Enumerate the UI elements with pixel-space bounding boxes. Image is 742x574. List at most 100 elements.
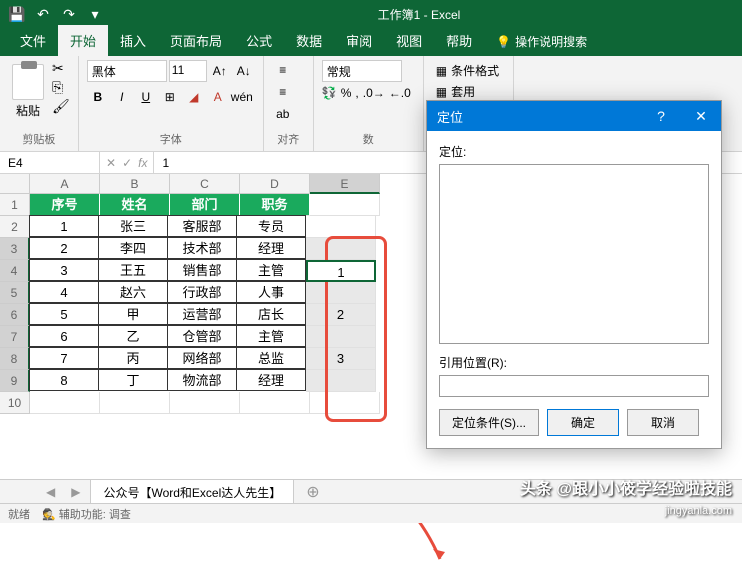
row-header[interactable]: 4 (0, 260, 30, 282)
cell[interactable]: 赵六 (98, 281, 168, 303)
cell[interactable] (306, 238, 376, 260)
cell[interactable] (306, 282, 376, 304)
cell[interactable]: 3 (306, 348, 376, 370)
increase-font-icon[interactable]: A↑ (209, 60, 231, 82)
cell[interactable]: 主管 (236, 259, 306, 281)
underline-button[interactable]: U (135, 86, 157, 108)
row-header[interactable]: 1 (0, 194, 30, 216)
cell[interactable]: 销售部 (167, 259, 237, 281)
qat-more-icon[interactable]: ▾ (86, 5, 104, 23)
cell[interactable]: 张三 (98, 215, 168, 237)
dialog-titlebar[interactable]: 定位 ? ✕ (427, 101, 721, 131)
cancel-button[interactable]: 取消 (627, 409, 699, 436)
cell[interactable]: 专员 (236, 215, 306, 237)
tab-formulas[interactable]: 公式 (234, 25, 284, 56)
name-box[interactable]: E4 (0, 152, 100, 173)
phonetic-button[interactable]: wén (231, 86, 253, 108)
cell[interactable] (306, 216, 376, 238)
bold-button[interactable]: B (87, 86, 109, 108)
reference-input[interactable] (439, 375, 709, 397)
cell[interactable]: 3 (29, 259, 99, 281)
th-job[interactable]: 职务 (240, 194, 310, 216)
cell[interactable]: 主管 (236, 325, 306, 347)
cell[interactable]: 运营部 (167, 303, 237, 325)
col-header-d[interactable]: D (240, 174, 310, 194)
conditional-format-button[interactable]: ▦ 条件格式 (432, 60, 505, 81)
comma-icon[interactable]: , (355, 86, 358, 100)
row-header[interactable]: 7 (0, 326, 30, 348)
cell[interactable]: 2 (29, 237, 99, 259)
tab-insert[interactable]: 插入 (108, 25, 158, 56)
cell[interactable]: 6 (29, 325, 99, 347)
cell[interactable]: 甲 (98, 303, 168, 325)
format-painter-icon[interactable]: 🖌 (52, 98, 70, 115)
copy-icon[interactable]: ⎘ (52, 79, 70, 96)
cell[interactable]: 乙 (98, 325, 168, 347)
cell[interactable]: 李四 (98, 237, 168, 259)
tab-review[interactable]: 审阅 (334, 25, 384, 56)
sheet-nav-next-icon[interactable]: ▶ (65, 485, 86, 499)
italic-button[interactable]: I (111, 86, 133, 108)
paste-button[interactable]: 粘贴 (8, 60, 48, 123)
sheet-tab[interactable]: 公众号【Word和Excel达人先生】 (90, 479, 294, 505)
cell[interactable]: 经理 (236, 237, 306, 259)
border-button[interactable]: ⊞ (159, 86, 181, 108)
cut-icon[interactable]: ✂ (52, 60, 70, 77)
ok-button[interactable]: 确定 (547, 409, 619, 436)
sheet-nav-prev-icon[interactable]: ◀ (40, 485, 61, 499)
cell[interactable]: 8 (29, 369, 99, 391)
undo-icon[interactable]: ↶ (34, 5, 52, 23)
row-header[interactable]: 5 (0, 282, 30, 304)
dialog-help-button[interactable]: ? (641, 101, 681, 131)
active-cell[interactable]: 1 (306, 260, 376, 282)
tab-help[interactable]: 帮助 (434, 25, 484, 56)
row-header[interactable]: 8 (0, 348, 30, 370)
cell[interactable]: 客服部 (167, 215, 237, 237)
font-name-select[interactable]: 黑体 (87, 60, 167, 82)
tab-data[interactable]: 数据 (284, 25, 334, 56)
row-header[interactable]: 3 (0, 238, 30, 260)
cell[interactable]: 7 (29, 347, 99, 369)
cell[interactable]: 5 (29, 303, 99, 325)
row-header[interactable]: 2 (0, 216, 30, 238)
cancel-formula-icon[interactable]: ✕ (106, 156, 116, 170)
cell[interactable]: 1 (29, 215, 99, 237)
cell[interactable]: 仓管部 (167, 325, 237, 347)
row-header[interactable]: 10 (0, 392, 30, 414)
th-dept[interactable]: 部门 (170, 194, 240, 216)
col-header-a[interactable]: A (30, 174, 100, 194)
cell[interactable]: 2 (306, 304, 376, 326)
cell[interactable] (170, 392, 240, 414)
add-sheet-icon[interactable]: ⊕ (298, 482, 327, 502)
cell[interactable]: 行政部 (167, 281, 237, 303)
fill-color-button[interactable]: ◢ (183, 86, 205, 108)
cell[interactable]: 4 (29, 281, 99, 303)
cell[interactable]: 总监 (236, 347, 306, 369)
align-left-icon[interactable]: ≡ (272, 82, 294, 102)
special-button[interactable]: 定位条件(S)... (439, 409, 539, 436)
cell[interactable] (310, 392, 380, 414)
percent-icon[interactable]: % (341, 86, 352, 100)
cell[interactable] (306, 370, 376, 392)
number-format-select[interactable]: 常规 (322, 60, 402, 82)
wrap-text-icon[interactable]: ab (272, 104, 294, 124)
cell[interactable]: 技术部 (167, 237, 237, 259)
cell[interactable] (30, 392, 100, 414)
tab-layout[interactable]: 页面布局 (158, 25, 234, 56)
font-color-button[interactable]: A (207, 86, 229, 108)
goto-listbox[interactable] (439, 164, 709, 344)
enter-formula-icon[interactable]: ✓ (122, 156, 132, 170)
cell[interactable]: 网络部 (167, 347, 237, 369)
cell[interactable]: 店长 (236, 303, 306, 325)
inc-decimal-icon[interactable]: .0→ (363, 86, 385, 100)
cell[interactable] (310, 194, 380, 216)
col-header-e[interactable]: E (310, 174, 380, 194)
tab-file[interactable]: 文件 (8, 25, 58, 56)
cell[interactable] (100, 392, 170, 414)
fx-icon[interactable]: fx (138, 156, 147, 170)
th-seq[interactable]: 序号 (30, 194, 100, 216)
cell[interactable] (240, 392, 310, 414)
tab-view[interactable]: 视图 (384, 25, 434, 56)
currency-icon[interactable]: 💱 (322, 86, 337, 100)
cell[interactable]: 人事 (236, 281, 306, 303)
